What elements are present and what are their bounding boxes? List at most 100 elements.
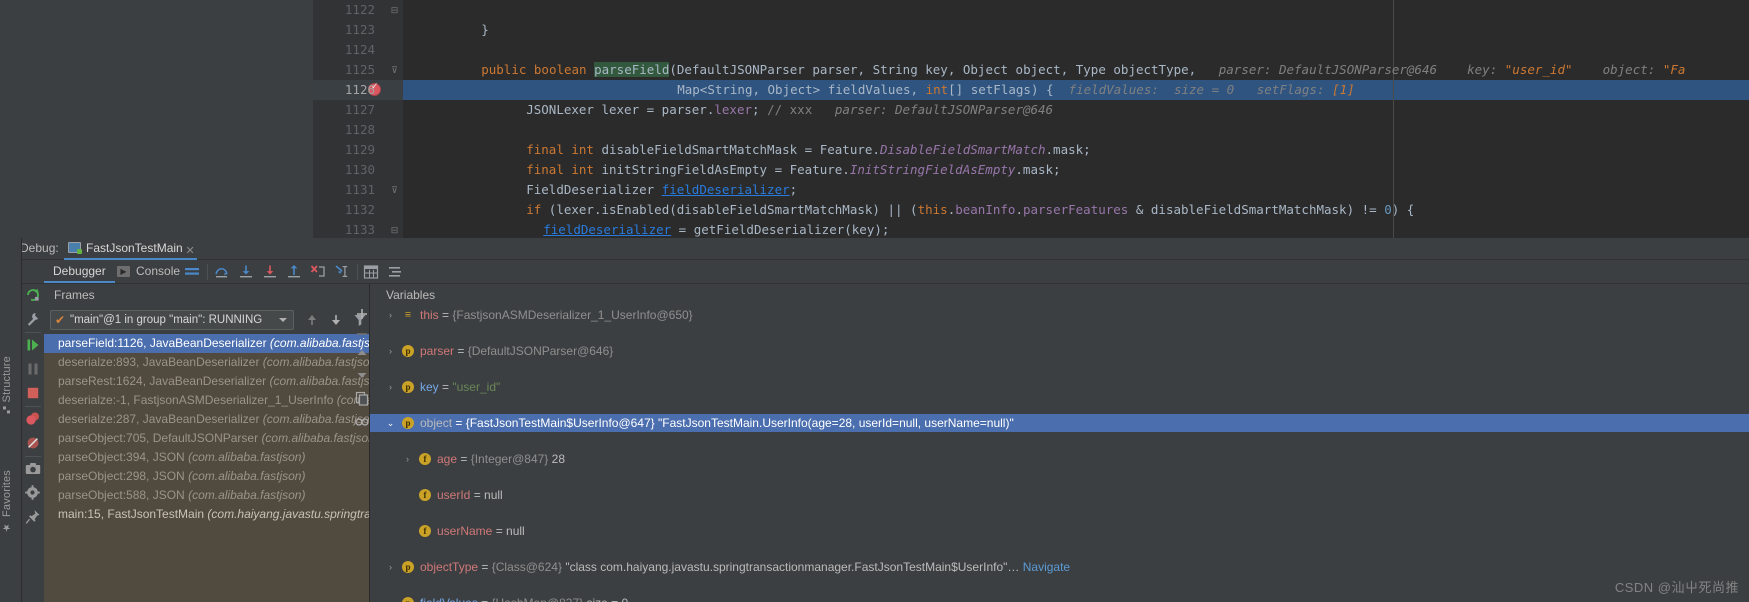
frame-method: deserialze:893, JavaBeanDeserializer [58,355,260,369]
expand-chevron-icon[interactable]: › [386,310,395,320]
variable-row[interactable]: › f age = {Integer@847} 28 [370,450,1749,468]
run-to-cursor-icon[interactable] [333,263,351,281]
pause-program-icon[interactable] [24,360,42,378]
variables-remove-icon[interactable] [354,326,370,342]
variable-row[interactable]: p fieldValues = {HashMap@837} size = 0 [370,594,1749,602]
expand-chevron-icon[interactable]: › [386,562,395,572]
sidebar-tab-structure[interactable]: Structure [1,356,21,414]
force-step-into-icon[interactable] [261,263,279,281]
variable-row[interactable]: › p parser = {DefaultJSONParser@646} [370,342,1749,360]
code-comment: // xxx [767,102,813,117]
collapse-chevron-icon[interactable]: ⌄ [386,418,395,428]
thread-selector[interactable]: ✔ "main"@1 in group "main": RUNNING [50,310,294,330]
fold-marker-icon[interactable]: ⊽ [389,60,400,80]
debug-session-tab[interactable]: FastJsonTestMain ✕ [64,238,197,260]
expand-chevron-icon[interactable]: › [386,346,395,356]
variable-row[interactable]: › ≡ this = {FastjsonASMDeserializer_1_Us… [370,306,1749,324]
frame-row[interactable]: deserialze:-1, FastjsonASMDeserializer_1… [44,391,369,410]
frames-down-arrow-icon[interactable] [328,312,346,330]
frames-title: Frames [54,288,95,302]
frame-method: parseField:1126, JavaBeanDeserializer [58,336,267,350]
camera-icon[interactable] [24,460,42,478]
frame-row[interactable]: parseObject:298, JSON (com.alibaba.fastj… [44,467,369,486]
layout-settings-icon[interactable] [183,263,201,281]
tab-console[interactable]: ▶ Console [114,261,188,283]
fold-marker-icon[interactable]: ⊟ [389,220,400,240]
frame-row[interactable]: parseField:1126, JavaBeanDeserializer (c… [44,334,369,353]
code-editor[interactable]: 1122 1123 1124 1125 1126 1127 1128 1129 … [0,0,1749,238]
navigate-link[interactable]: Navigate [1023,560,1070,574]
variables-down-icon[interactable] [354,366,370,382]
variable-row[interactable]: › p key = "user_id" [370,378,1749,396]
frames-list[interactable]: parseField:1126, JavaBeanDeserializer (c… [44,334,369,602]
frame-package: (com.alibaba.fastjson) [188,450,306,464]
view-breakpoints-icon[interactable] [24,410,42,428]
variable-name: key [420,380,439,394]
variables-add-icon[interactable] [354,306,370,322]
fold-marker-icon[interactable]: ⊽ [389,180,400,200]
variable-text: age = {Integer@847} 28 [437,450,565,468]
close-icon[interactable]: ✕ [185,241,194,262]
step-into-icon[interactable] [237,263,255,281]
wrench-icon[interactable] [24,310,42,328]
variables-copy-icon[interactable] [354,390,370,406]
frame-row[interactable]: parseObject:394, JSON (com.alibaba.fastj… [44,448,369,467]
expand-chevron-icon[interactable]: › [403,454,412,464]
equals: = [492,524,507,538]
variables-up-icon[interactable] [354,346,370,362]
tab-debugger[interactable]: Debugger [44,261,115,283]
line-number: 1123 [344,22,375,37]
equals: = [478,560,492,574]
field-icon: f [419,525,431,537]
pin-icon[interactable] [24,508,42,526]
stop-program-icon[interactable] [24,384,42,402]
frame-package: (com.haiyang.javastu.springtransa [207,507,369,521]
settings-gear-icon[interactable] [24,484,42,502]
inline-hint-value: DefaultJSONParser@646 [895,102,1054,117]
expand-chevron-icon[interactable]: › [386,382,395,392]
frame-method: deserialze:287, JavaBeanDeserializer [58,412,260,426]
variable-row[interactable]: f userId = null [370,486,1749,504]
line-number: 1133 [344,222,375,237]
code-line: } else if (lexer.isEnabled(initStringFie… [403,220,1749,238]
code-line: fieldDeserializer = getFieldDeserializer… [403,200,1749,237]
variable-row[interactable]: ⌄ p object = {FastJsonTestMain$UserInfo@… [370,414,1749,432]
sidebar-tab-favorites-label: Favorites [1,470,13,518]
variables-list[interactable]: › ≡ this = {FastjsonASMDeserializer_1_Us… [370,306,1749,602]
variable-row[interactable]: f userName = null [370,522,1749,540]
debugger-toolbar: Debugger ▶ Console [0,260,1749,284]
sidebar-tab-favorites[interactable]: ★ Favorites [1,470,21,532]
evaluate-expression-icon[interactable] [362,263,380,281]
parameter-icon: p [402,417,414,429]
frames-up-arrow-icon[interactable] [304,312,322,330]
toolbar-separator [207,264,208,280]
variable-name: userId [437,488,471,502]
frame-row[interactable]: deserialze:893, JavaBeanDeserializer (co… [44,353,369,372]
line-number: 1130 [344,162,375,177]
frame-row[interactable]: parseObject:588, JSON (com.alibaba.fastj… [44,486,369,505]
drop-frame-icon[interactable] [309,263,327,281]
code-lines[interactable]: } public boolean parseField(DefaultJSONP… [403,0,1749,238]
variable-row[interactable]: › p objectType = {Class@624} "class com.… [370,558,1749,576]
frame-row[interactable]: deserialze:287, JavaBeanDeserializer (co… [44,410,369,429]
variables-watch-icon[interactable] [354,414,370,430]
mute-breakpoints-icon[interactable] [24,434,42,452]
variable-value: "class com.haiyang.javastu.springtransac… [565,560,1020,574]
frame-row[interactable]: parseRest:1624, JavaBeanDeserializer (co… [44,372,369,391]
debug-tool-window: Debug: FastJsonTestMain ✕ Debugger ▶ Con… [0,238,1749,602]
editor-left-filler [0,0,313,238]
step-over-icon[interactable] [213,263,231,281]
frame-row[interactable]: main:15, FastJsonTestMain (com.haiyang.j… [44,505,369,524]
resume-program-icon[interactable] [24,336,42,354]
settings-layout-icon[interactable] [386,263,404,281]
variable-name: parser [420,344,455,358]
fold-marker-icon[interactable]: ⊟ [389,0,400,20]
variable-name: userName [437,524,493,538]
field-icon: f [419,453,431,465]
watermark: CSDN @汕屮死尚推 [1614,580,1739,595]
rerun-icon[interactable] [24,286,42,304]
variables-side-toolbar [354,284,370,602]
step-out-icon[interactable] [285,263,303,281]
frame-row[interactable]: parseObject:705, DefaultJSONParser (com.… [44,429,369,448]
chevron-down-icon[interactable] [279,318,287,322]
